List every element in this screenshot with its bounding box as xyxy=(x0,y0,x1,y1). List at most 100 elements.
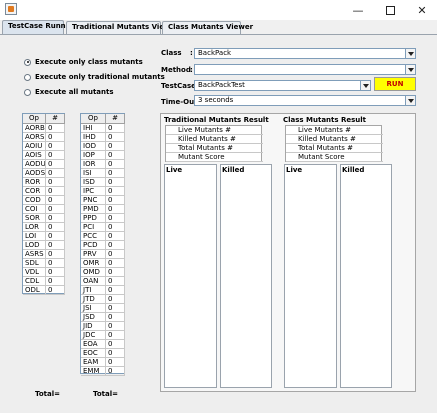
column-header-count[interactable]: # xyxy=(46,114,65,124)
operator-cell[interactable]: AODS xyxy=(23,169,46,178)
column-header-op[interactable]: Op xyxy=(81,114,106,124)
run-button[interactable]: RUN xyxy=(374,77,416,91)
operator-cell[interactable]: IHD xyxy=(81,133,106,142)
operator-cell[interactable]: IOR xyxy=(81,160,106,169)
operator-cell[interactable]: SOR xyxy=(23,214,46,223)
operator-cell[interactable]: AODU xyxy=(23,160,46,169)
column-header-op[interactable]: Op xyxy=(23,114,46,124)
count-cell[interactable]: 0 xyxy=(106,277,125,286)
operator-cell[interactable]: VDL xyxy=(23,268,46,277)
operator-cell[interactable]: COR xyxy=(23,187,46,196)
count-cell[interactable]: 0 xyxy=(46,205,65,214)
traditional-live-list[interactable]: Live xyxy=(164,164,217,388)
traditional-killed-list[interactable]: Killed xyxy=(220,164,272,388)
tab-class-mutants-viewer[interactable]: Class Mutants Viewer xyxy=(162,21,253,34)
count-cell[interactable]: 0 xyxy=(46,151,65,160)
count-cell[interactable]: 0 xyxy=(46,268,65,277)
operator-cell[interactable]: COI xyxy=(23,205,46,214)
class-select[interactable]: BackPack xyxy=(194,48,416,59)
operator-cell[interactable]: AORS xyxy=(23,133,46,142)
count-cell[interactable]: 0 xyxy=(106,286,125,295)
operator-cell[interactable]: EAM xyxy=(81,358,106,367)
operator-cell[interactable]: AOIU xyxy=(23,142,46,151)
operator-cell[interactable]: PCD xyxy=(81,241,106,250)
class-killed-list[interactable]: Killed xyxy=(340,164,392,388)
count-cell[interactable]: 0 xyxy=(106,295,125,304)
count-cell[interactable]: 0 xyxy=(46,223,65,232)
count-cell[interactable]: 0 xyxy=(106,223,125,232)
count-cell[interactable]: 0 xyxy=(46,232,65,241)
count-cell[interactable]: 0 xyxy=(106,232,125,241)
count-cell[interactable]: 0 xyxy=(106,367,125,376)
method-select[interactable] xyxy=(194,64,416,75)
count-cell[interactable]: 0 xyxy=(106,187,125,196)
count-cell[interactable]: 0 xyxy=(46,124,65,133)
count-cell[interactable]: 0 xyxy=(46,196,65,205)
close-button[interactable]: ✕ xyxy=(402,0,437,20)
operator-cell[interactable]: PPD xyxy=(81,214,106,223)
column-header-count[interactable]: # xyxy=(106,114,125,124)
option-all-mutants[interactable]: Execute all mutants xyxy=(24,87,114,97)
count-cell[interactable]: 0 xyxy=(106,268,125,277)
operator-cell[interactable]: SDL xyxy=(23,259,46,268)
radio-selected-icon[interactable] xyxy=(24,58,31,66)
operator-cell[interactable]: ISI xyxy=(81,169,106,178)
count-cell[interactable]: 0 xyxy=(106,340,125,349)
count-cell[interactable]: 0 xyxy=(46,241,65,250)
operator-cell[interactable]: JTI xyxy=(81,286,106,295)
count-cell[interactable]: 0 xyxy=(106,313,125,322)
count-cell[interactable]: 0 xyxy=(46,214,65,223)
operator-cell[interactable]: PMD xyxy=(81,205,106,214)
count-cell[interactable]: 0 xyxy=(106,331,125,340)
count-cell[interactable]: 0 xyxy=(106,250,125,259)
count-cell[interactable]: 0 xyxy=(46,250,65,259)
operator-cell[interactable]: EOA xyxy=(81,340,106,349)
count-cell[interactable]: 0 xyxy=(106,241,125,250)
operator-cell[interactable]: ODL xyxy=(23,286,46,295)
operator-cell[interactable]: IHI xyxy=(81,124,106,133)
operator-cell[interactable]: OAN xyxy=(81,277,106,286)
operator-cell[interactable]: PCI xyxy=(81,223,106,232)
count-cell[interactable]: 0 xyxy=(46,142,65,151)
operator-cell[interactable]: JDC xyxy=(81,331,106,340)
count-cell[interactable]: 0 xyxy=(46,169,65,178)
testcase-select[interactable]: BackPackTest xyxy=(194,80,371,91)
operator-cell[interactable]: AORB xyxy=(23,124,46,133)
operator-cell[interactable]: ROR xyxy=(23,178,46,187)
operator-cell[interactable]: EMM xyxy=(81,367,106,376)
operator-cell[interactable]: JID xyxy=(81,322,106,331)
operator-cell[interactable]: ISD xyxy=(81,178,106,187)
operator-cell[interactable]: IOP xyxy=(81,151,106,160)
count-cell[interactable]: 0 xyxy=(106,358,125,367)
count-cell[interactable]: 0 xyxy=(106,304,125,313)
count-cell[interactable]: 0 xyxy=(106,151,125,160)
count-cell[interactable]: 0 xyxy=(106,214,125,223)
operator-cell[interactable]: JSI xyxy=(81,304,106,313)
operator-cell[interactable]: LOI xyxy=(23,232,46,241)
operator-cell[interactable]: LOR xyxy=(23,223,46,232)
radio-icon[interactable] xyxy=(24,88,31,96)
operator-cell[interactable]: JTD xyxy=(81,295,106,304)
operator-cell[interactable]: COD xyxy=(23,196,46,205)
count-cell[interactable]: 0 xyxy=(106,178,125,187)
count-cell[interactable]: 0 xyxy=(106,196,125,205)
chevron-down-icon[interactable] xyxy=(360,81,370,90)
operator-cell[interactable]: AOIS xyxy=(23,151,46,160)
chevron-down-icon[interactable] xyxy=(405,96,415,105)
operator-cell[interactable]: IPC xyxy=(81,187,106,196)
option-traditional-mutants[interactable]: Execute only traditional mutants xyxy=(24,72,165,82)
operator-cell[interactable]: PRV xyxy=(81,250,106,259)
operator-cell[interactable]: OMR xyxy=(81,259,106,268)
count-cell[interactable]: 0 xyxy=(46,259,65,268)
radio-icon[interactable] xyxy=(24,73,31,81)
count-cell[interactable]: 0 xyxy=(106,322,125,331)
class-live-list[interactable]: Live xyxy=(284,164,337,388)
count-cell[interactable]: 0 xyxy=(106,349,125,358)
tab-testcase-runner[interactable]: TestCase Runner xyxy=(2,20,74,34)
tab-traditional-mutants-viewer[interactable]: Traditional Mutants Viewer xyxy=(66,21,179,34)
option-class-mutants[interactable]: Execute only class mutants xyxy=(24,57,143,67)
operator-cell[interactable]: LOD xyxy=(23,241,46,250)
chevron-down-icon[interactable] xyxy=(405,49,415,58)
chevron-down-icon[interactable] xyxy=(405,65,415,74)
operator-cell[interactable]: IOD xyxy=(81,142,106,151)
